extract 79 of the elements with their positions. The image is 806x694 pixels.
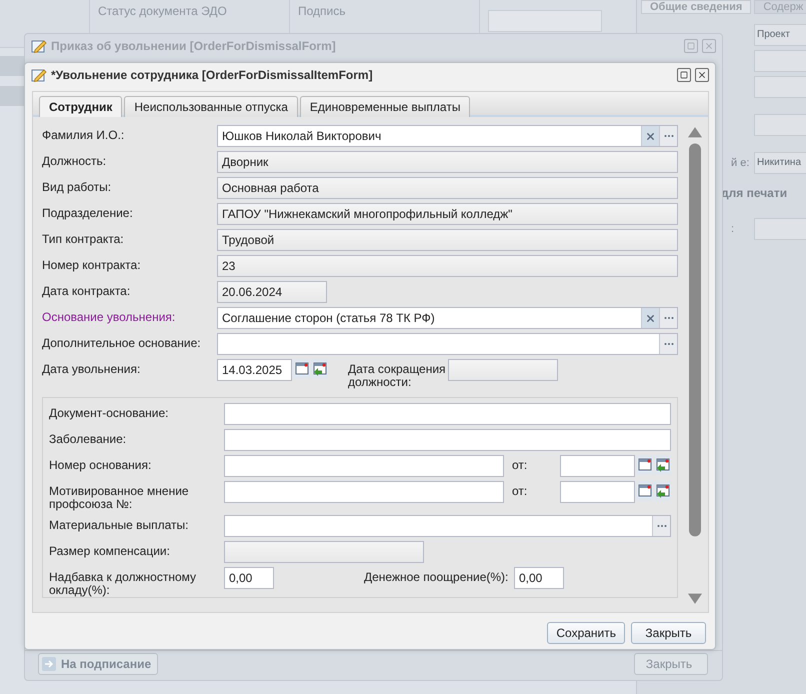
field-label: Номер основания:	[49, 457, 152, 472]
calendar-icon	[294, 362, 308, 376]
lookup-field[interactable]: Соглашение сторон (статья 78 ТК РФ)	[217, 307, 678, 329]
field-label: Денежное поощрение(%):	[364, 569, 510, 584]
calendar-icon	[638, 458, 652, 472]
dialog-button[interactable]: Закрыть	[631, 622, 706, 644]
input-field[interactable]	[224, 481, 504, 503]
clear-button[interactable]	[641, 308, 659, 328]
input-field[interactable]: 0,00	[224, 567, 274, 589]
field-label: Надбавка к должностному окладу(%):	[49, 569, 198, 597]
field-label: Размер компенсации:	[49, 543, 171, 558]
calendar-button[interactable]	[636, 481, 653, 501]
close-icon	[704, 41, 714, 51]
list-row	[0, 86, 24, 106]
field-label: Номер контракта:	[42, 257, 142, 272]
clear-icon	[645, 130, 656, 142]
field-label: Дата сокращения должности:	[348, 361, 447, 389]
clear-button[interactable]	[641, 126, 659, 146]
readonly-field[interactable]: Основная работа	[217, 177, 678, 199]
today-button[interactable]	[654, 455, 671, 475]
maximize-icon	[687, 42, 695, 50]
maximize-icon	[680, 71, 688, 79]
lookup-field[interactable]: Юшков Николай Викторович	[217, 125, 678, 147]
lookup-field[interactable]	[224, 515, 671, 537]
field-label: Основание увольнения:	[42, 309, 176, 324]
field-label: от:	[512, 457, 528, 472]
lookup-field[interactable]	[217, 333, 678, 355]
readonly-field[interactable]: 23	[217, 255, 678, 277]
browse-button[interactable]	[659, 308, 677, 328]
field-label: от:	[512, 483, 528, 498]
field-label: Мотивированное мнение профсоюза №:	[49, 483, 190, 511]
tab[interactable]: Сотрудник	[39, 96, 122, 117]
field-label: Тип контракта:	[42, 231, 125, 246]
readonly-field[interactable]	[224, 541, 424, 563]
form-edit-icon	[31, 38, 47, 54]
input-field[interactable]	[224, 455, 504, 477]
field-label: й е:	[731, 157, 750, 169]
browse-button[interactable]	[659, 334, 677, 354]
tab[interactable]: Неиспользованные отпуска	[124, 96, 298, 117]
calendar-icon	[638, 484, 652, 498]
readonly-field[interactable]: ГАПОУ "Нижнекамский многопрофильный колледж"	[217, 203, 678, 225]
browse-button[interactable]	[659, 126, 677, 146]
field-label: Подразделение:	[42, 205, 134, 220]
field-label: Материальные выплаты:	[49, 517, 190, 532]
field-label: Дополнительное основание:	[42, 335, 202, 350]
input-field[interactable]	[224, 403, 671, 425]
send-icon	[41, 656, 57, 672]
close-button[interactable]	[695, 68, 709, 82]
date-field[interactable]	[560, 455, 635, 477]
field-label: Должность:	[42, 153, 108, 168]
input-field[interactable]	[224, 429, 671, 451]
field-label: Заболевание:	[49, 431, 128, 446]
browse-button[interactable]	[652, 516, 670, 536]
form-edit-icon	[31, 67, 47, 83]
field-label: Фамилия И.О.:	[42, 127, 126, 142]
field-label: Документ-основание:	[49, 405, 170, 420]
readonly-field[interactable]: Трудовой	[217, 229, 678, 251]
field-label: Дата контракта:	[42, 283, 132, 298]
calendar-button[interactable]	[293, 359, 310, 379]
background-field: Проект	[754, 24, 806, 46]
tab[interactable]: Единовременные выплаты	[300, 96, 470, 117]
today-button[interactable]	[311, 359, 328, 379]
readonly-field[interactable]	[448, 359, 558, 381]
dialog-button[interactable]: Сохранить	[547, 622, 625, 644]
field-label: Вид работы:	[42, 179, 112, 194]
readonly-field[interactable]: Дворник	[217, 151, 678, 173]
date-field[interactable]: 14.03.2025	[217, 359, 292, 381]
input-field[interactable]: 0,00	[514, 567, 564, 589]
field-label: Дата увольнения:	[42, 361, 142, 376]
today-button[interactable]	[654, 481, 671, 501]
calendar-button[interactable]	[636, 455, 653, 475]
date-field[interactable]	[560, 481, 635, 503]
field-label: :	[731, 223, 736, 235]
background-field: Никитина	[754, 152, 806, 174]
window-title: *Увольнение сотрудника [OrderForDismissalItemForm]	[51, 68, 374, 82]
close-icon	[697, 70, 707, 80]
readonly-field[interactable]: 20.06.2024	[217, 281, 327, 303]
clear-icon	[645, 312, 656, 324]
maximize-button[interactable]	[677, 68, 691, 82]
